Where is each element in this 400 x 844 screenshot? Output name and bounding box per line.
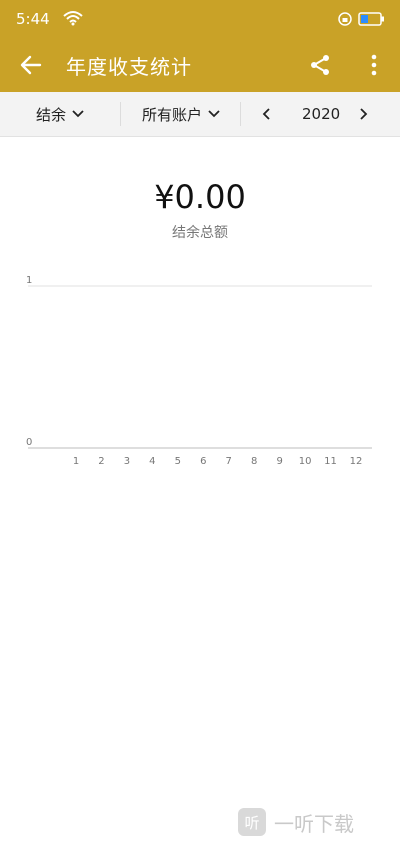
x-tick-label: 2 — [98, 456, 104, 467]
x-tick-label: 1 — [73, 456, 79, 467]
chevron-right-icon — [360, 108, 368, 120]
chevron-left-icon — [262, 108, 270, 120]
arrow-left-icon — [20, 55, 42, 75]
y-tick-label: 1 — [26, 275, 32, 286]
chart-svg: 101 2 3 4 5 6 7 8 9 10 11 12 — [26, 275, 372, 467]
status-time: 5:44 — [16, 10, 50, 28]
x-tick-label: 6 — [200, 456, 206, 467]
status-bar: 5:44 — [0, 0, 400, 38]
watermark-text: 一听下载 — [274, 811, 354, 836]
account-filter-label: 所有账户 — [142, 105, 203, 124]
page-title: 年度收支统计 — [66, 55, 192, 79]
chevron-down-icon — [208, 110, 220, 118]
share-icon — [311, 55, 329, 75]
type-filter-label: 结余 — [36, 105, 67, 124]
balance-chart: 1 0 1 2 3 4 5 6 7 8 9 10 11 12 — [20, 272, 380, 472]
x-tick-label: 8 — [251, 456, 257, 467]
app-bar: 年度收支统计 — [0, 38, 400, 92]
share-button[interactable] — [304, 49, 336, 81]
lock-rotation-icon — [338, 12, 352, 26]
x-tick-label: 4 — [149, 456, 155, 467]
filter-bar: 结余 所有账户 2020 — [0, 92, 400, 137]
watermark: 听 一听下载 — [238, 804, 354, 840]
x-tick-label: 10 — [299, 456, 312, 467]
more-vertical-icon — [371, 54, 377, 76]
x-tick-label: 7 — [226, 456, 232, 467]
year-label: 2020 — [302, 105, 341, 123]
more-button[interactable] — [362, 49, 386, 81]
previous-year-button[interactable] — [262, 92, 270, 136]
wifi-icon — [63, 11, 83, 26]
chevron-down-icon — [72, 110, 84, 118]
next-year-button[interactable] — [360, 92, 368, 136]
x-tick-label: 3 — [124, 456, 130, 467]
battery-icon — [358, 12, 384, 26]
x-tick-label: 12 — [350, 456, 363, 467]
balance-amount: ¥0.00 — [154, 178, 246, 216]
account-filter-dropdown[interactable]: 所有账户 — [142, 92, 220, 136]
type-filter-dropdown[interactable]: 结余 — [36, 92, 84, 136]
x-tick-label: 9 — [276, 456, 282, 467]
x-tick-label: 11 — [324, 456, 337, 467]
watermark-logo: 听 — [238, 808, 266, 836]
x-tick-label: 5 — [175, 456, 181, 467]
divider — [120, 102, 121, 126]
back-button[interactable] — [16, 50, 46, 80]
balance-label: 结余总额 — [172, 225, 228, 241]
y-tick-label: 0 — [26, 437, 32, 448]
divider — [240, 102, 241, 126]
